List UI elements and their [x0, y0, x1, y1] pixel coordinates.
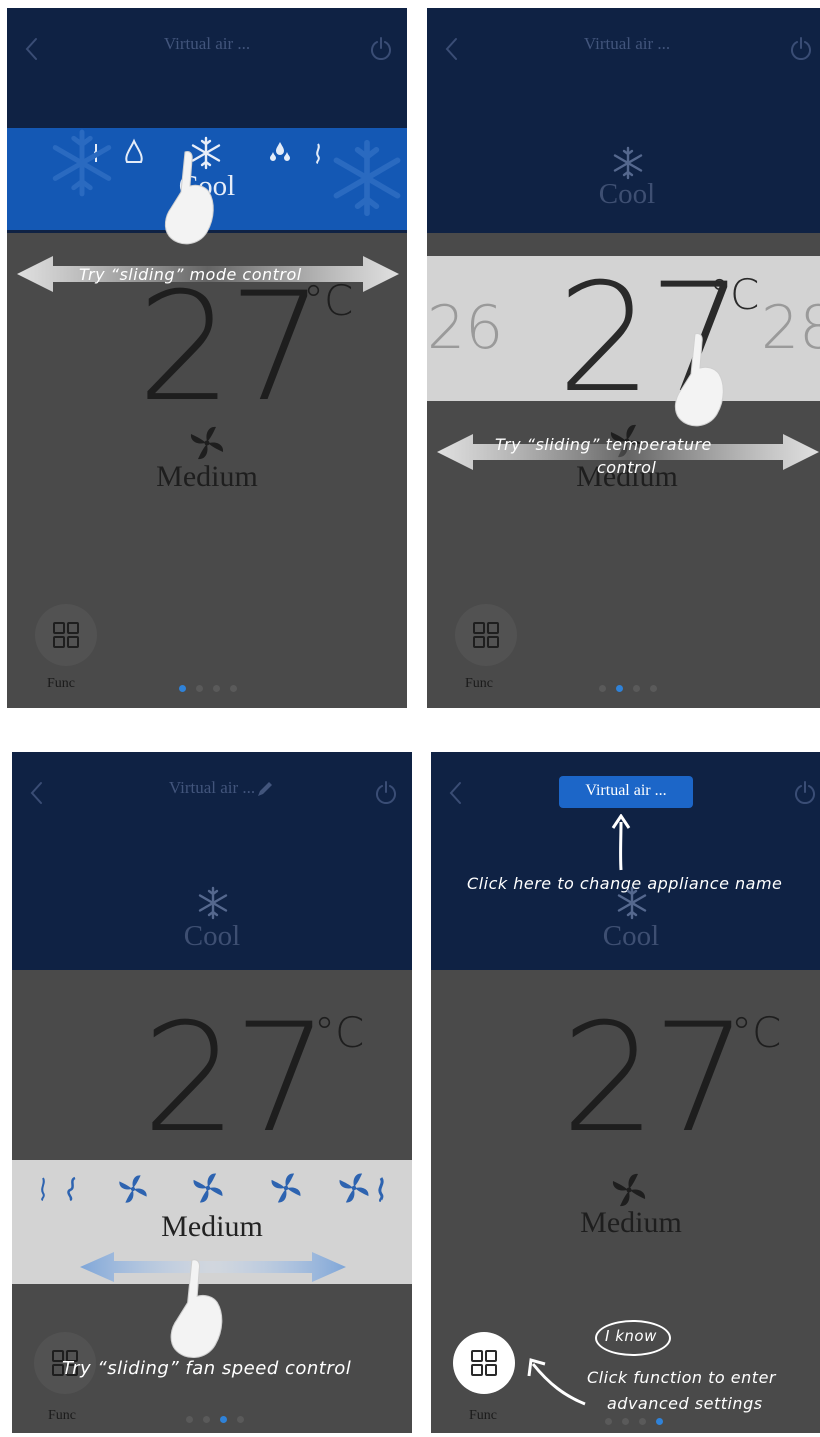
prev-temperature: 26 — [427, 293, 504, 363]
func-label: Func — [48, 1408, 76, 1423]
page-indicator — [186, 1416, 244, 1423]
page-indicator — [599, 685, 657, 692]
func-button[interactable] — [455, 604, 517, 666]
fan-speed-min-icon — [41, 1177, 45, 1201]
mode-label: Cool — [602, 920, 660, 952]
page-dot-1[interactable] — [599, 685, 606, 692]
next-temperature: 28 — [761, 293, 820, 363]
page-dot-4[interactable] — [230, 685, 237, 692]
func-button[interactable] — [453, 1332, 515, 1394]
grid-icon — [473, 622, 499, 648]
hint-func-line2: advanced settings — [607, 1394, 763, 1413]
hint-temperature-line2: control — [597, 458, 657, 477]
header: Virtual air ... — [7, 8, 407, 88]
tutorial-panel-mode: Virtual air ... Cool 27 °C Medium Try “s… — [7, 8, 407, 708]
page-indicator — [605, 1418, 663, 1425]
func-label: Func — [469, 1408, 497, 1423]
page-dot-3[interactable] — [633, 685, 640, 692]
fan-speed-high-icon — [271, 1173, 301, 1203]
page-dot-3[interactable] — [213, 685, 220, 692]
fan-speed-turbo-icon — [339, 1173, 369, 1203]
i-know-label: I know — [605, 1327, 657, 1345]
hint-mode-control: Try “sliding” mode control — [79, 265, 302, 284]
func-label: Func — [47, 676, 75, 691]
fan-speed-max-icon — [378, 1177, 384, 1202]
page-dot-4[interactable] — [650, 685, 657, 692]
temperature-unit: °C — [709, 270, 760, 319]
page-dot-2[interactable] — [196, 685, 203, 692]
appliance-name[interactable]: Virtual air ... — [7, 34, 407, 54]
pointer-arrow-up — [611, 814, 631, 871]
fan-speed-low-icon — [119, 1175, 147, 1203]
power-icon[interactable] — [789, 36, 813, 60]
fan-speed-label: Medium — [161, 1210, 263, 1243]
page-dot-1[interactable] — [179, 685, 186, 692]
page-dot-1[interactable] — [605, 1418, 612, 1425]
hand-pointer-icon — [164, 150, 214, 245]
page-dot-1[interactable] — [186, 1416, 193, 1423]
power-icon[interactable] — [369, 36, 393, 60]
fan-speed-medium-icon — [193, 1173, 223, 1203]
hint-func-line1: Click function to enter — [587, 1368, 776, 1387]
page-dot-2[interactable] — [616, 685, 623, 692]
fan-icon — [612, 1173, 646, 1207]
temperature-unit: °C — [731, 1008, 782, 1057]
temperature-value: 27 — [142, 992, 329, 1166]
tutorial-panel-fan-speed: Virtual air ... Cool 27 °C Medium Try “s… — [12, 752, 412, 1433]
pencil-icon[interactable] — [256, 780, 274, 798]
temperature-value: 27 — [137, 261, 324, 435]
func-button[interactable] — [35, 604, 97, 666]
fan-speed-label: Medium — [156, 460, 258, 493]
snowflake-icon — [613, 146, 643, 180]
page-dot-2[interactable] — [203, 1416, 210, 1423]
grid-icon — [53, 622, 79, 648]
hint-temperature-line1: Try “sliding” temperature — [495, 435, 712, 454]
temperature-value: 27 — [561, 992, 748, 1166]
page-dot-3[interactable] — [639, 1418, 646, 1425]
fan-speed-auto-icon — [67, 1176, 76, 1202]
header: Virtual air ... — [427, 8, 820, 88]
power-icon[interactable] — [793, 780, 817, 804]
page-indicator — [179, 685, 237, 692]
snowflake-icon — [198, 886, 228, 920]
hint-fan-speed-control: Try “sliding” fan speed control — [62, 1358, 352, 1379]
tutorial-panel-name-and-func: Virtual air ... Click here to change app… — [431, 752, 820, 1433]
appliance-name[interactable]: Virtual air ... — [12, 778, 412, 798]
header: Virtual air ... — [12, 752, 412, 832]
func-label: Func — [465, 676, 493, 691]
appliance-name[interactable]: Virtual air ... — [427, 34, 820, 54]
appliance-name: Virtual air ... — [585, 782, 667, 799]
grid-icon — [471, 1350, 497, 1376]
fan-icon — [190, 426, 224, 460]
fan-speed-label: Medium — [580, 1206, 682, 1239]
hand-pointer-icon — [170, 1259, 223, 1359]
mode-label: Cool — [598, 178, 656, 210]
i-know-button[interactable]: I know — [595, 1320, 671, 1356]
temperature-unit: °C — [314, 1008, 365, 1057]
appliance-name-button[interactable]: Virtual air ... — [559, 776, 693, 808]
auto-mode-icon[interactable] — [121, 138, 147, 166]
pointer-arrow-left — [527, 1358, 586, 1406]
page-dot-4[interactable] — [237, 1416, 244, 1423]
tutorial-panel-temperature: Virtual air ... Cool 26 27 °C 28 Medium … — [427, 8, 820, 708]
page-dot-2[interactable] — [622, 1418, 629, 1425]
page-dot-3[interactable] — [220, 1416, 227, 1423]
snowflake-icon — [617, 886, 647, 920]
back-chevron-icon[interactable] — [445, 780, 467, 806]
dry-mode-icon[interactable] — [267, 140, 293, 164]
fan-mode-icon[interactable] — [313, 142, 323, 164]
mode-label: Cool — [183, 920, 241, 952]
power-icon[interactable] — [374, 780, 398, 804]
temperature-slider-band[interactable]: 26 27 °C 28 — [427, 256, 820, 414]
hand-pointer-icon — [674, 332, 724, 427]
page-dot-4[interactable] — [656, 1418, 663, 1425]
